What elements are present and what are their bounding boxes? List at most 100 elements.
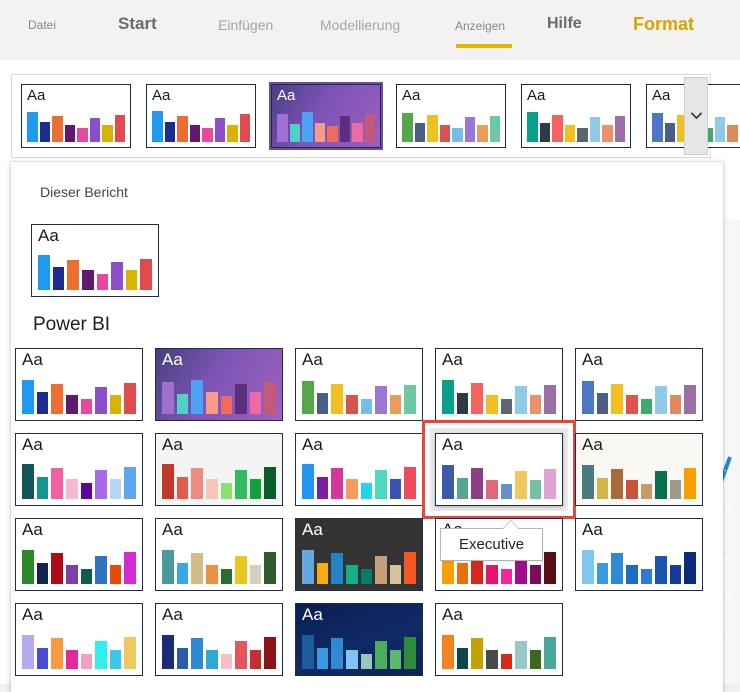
ribbon-tab-anzeigen[interactable]: Anzeigen	[455, 19, 505, 33]
theme-preview-bars	[582, 376, 696, 414]
theme-bar	[515, 386, 527, 414]
theme-card[interactable]: Aa	[435, 603, 563, 676]
ribbon-tab-datei[interactable]: Datei	[28, 18, 56, 32]
theme-bar	[249, 479, 262, 499]
theme-bar	[220, 396, 233, 414]
theme-card-wrap[interactable]: Aa	[295, 603, 423, 676]
theme-bar	[485, 650, 498, 669]
theme-preview-bars	[22, 461, 136, 499]
theme-card[interactable]: Aa	[435, 348, 563, 421]
theme-bar	[249, 392, 262, 414]
theme-bar	[38, 255, 50, 290]
theme-card[interactable]: Aa	[295, 348, 423, 421]
this-report-theme-card[interactable]: Aa	[31, 224, 159, 297]
gallery-thumbnail[interactable]: Aa	[21, 84, 131, 148]
ribbon-tab-start[interactable]: Start	[118, 14, 157, 34]
ribbon-tab-format[interactable]: Format	[633, 14, 694, 35]
theme-card[interactable]: Aa	[15, 603, 143, 676]
theme-sample-text: Aa	[22, 435, 43, 454]
theme-card[interactable]: Aa	[15, 348, 143, 421]
theme-bar	[544, 469, 556, 499]
theme-bar	[316, 393, 329, 414]
theme-card-wrap[interactable]: Aa	[15, 603, 143, 676]
ribbon-tab-einfuegen[interactable]: Einfügen	[218, 17, 273, 33]
theme-card[interactable]: Aa	[155, 518, 283, 591]
theme-sample-text: Aa	[302, 435, 323, 454]
theme-card[interactable]: Aa	[575, 433, 703, 506]
theme-card[interactable]: Aa	[295, 518, 423, 591]
theme-card[interactable]: Aa	[575, 348, 703, 421]
theme-card-wrap[interactable]: Aa	[155, 603, 283, 676]
theme-card-wrap[interactable]: Aa	[15, 433, 143, 506]
theme-bar	[684, 385, 696, 414]
theme-bar	[442, 380, 454, 414]
theme-preview-bars	[302, 546, 416, 584]
theme-preview-bars	[162, 546, 276, 584]
theme-bar	[611, 384, 623, 414]
theme-bar	[485, 565, 498, 584]
theme-sample-text: Aa	[442, 350, 463, 369]
theme-bar	[249, 650, 262, 669]
theme-bar	[345, 565, 358, 584]
theme-card[interactable]: Aa	[15, 518, 143, 591]
theme-card-wrap[interactable]: Aa	[575, 518, 703, 591]
theme-card-wrap[interactable]: Aa	[15, 518, 143, 591]
theme-bar	[527, 112, 538, 142]
gallery-thumbnail[interactable]: Aa	[146, 84, 256, 148]
theme-card[interactable]: Aa	[15, 433, 143, 506]
theme-bar	[404, 552, 416, 584]
theme-sample-text: Aa	[38, 226, 59, 245]
this-report-theme-slot: Aa	[31, 224, 159, 297]
theme-card[interactable]: Aa	[295, 603, 423, 676]
theme-sample-text: Aa	[582, 350, 603, 369]
theme-bar	[22, 464, 34, 499]
theme-bar	[302, 550, 314, 584]
theme-card[interactable]: Aa	[155, 348, 283, 421]
theme-preview-bars	[38, 252, 152, 290]
theme-bar	[67, 260, 79, 290]
gallery-thumbnail[interactable]: Aa	[269, 82, 383, 150]
theme-card-wrap[interactable]: Aa	[575, 348, 703, 421]
theme-bar	[375, 641, 387, 669]
theme-card-wrap[interactable]: Aa	[295, 518, 423, 591]
theme-card-selected[interactable]: Aa	[422, 420, 576, 519]
theme-bar	[544, 385, 556, 414]
theme-bar	[27, 112, 38, 142]
theme-bar	[452, 128, 463, 142]
theme-bar	[500, 399, 513, 414]
theme-card-wrap[interactable]: Aa	[435, 603, 563, 676]
theme-bar	[302, 635, 314, 669]
theme-card-wrap[interactable]: Aa	[155, 433, 283, 506]
theme-sample-text: Aa	[22, 605, 43, 624]
theme-card[interactable]: Aa	[575, 518, 703, 591]
theme-bar	[596, 563, 609, 584]
theme-card-wrap[interactable]: Aa	[575, 433, 703, 506]
theme-bar	[552, 115, 563, 142]
theme-card-wrap[interactable]: Aa	[295, 348, 423, 421]
gallery-thumbnail[interactable]: Aa	[521, 84, 631, 148]
ribbon-tab-modellierung[interactable]: Modellierung	[320, 17, 400, 33]
theme-bar	[102, 125, 113, 142]
theme-card-wrap[interactable]: Aa	[155, 518, 283, 591]
theme-card[interactable]: Aa	[155, 603, 283, 676]
theme-bar	[485, 395, 498, 414]
theme-preview-bars	[582, 461, 696, 499]
theme-card-wrap[interactable]: Aa	[15, 348, 143, 421]
theme-card-wrap[interactable]: Aa	[155, 348, 283, 421]
theme-card-wrap[interactable]: Aa	[295, 433, 423, 506]
theme-sample-text: Aa	[302, 605, 323, 624]
gallery-expand-button[interactable]	[684, 77, 708, 155]
theme-sample-text: Aa	[152, 87, 171, 104]
theme-card[interactable]: Aa	[155, 433, 283, 506]
theme-bar	[277, 114, 288, 142]
theme-bar	[456, 648, 469, 669]
theme-bar	[124, 637, 136, 669]
gallery-thumbnail[interactable]: Aa	[396, 84, 506, 148]
theme-bar	[191, 638, 203, 669]
theme-card[interactable]: Aa	[295, 433, 423, 506]
theme-card-wrap[interactable]: Aa	[435, 348, 563, 421]
theme-bar	[652, 113, 663, 142]
theme-sample-text: Aa	[277, 87, 296, 104]
theme-card[interactable]: Aa	[435, 433, 563, 506]
ribbon-tab-hilfe[interactable]: Hilfe	[547, 15, 582, 33]
